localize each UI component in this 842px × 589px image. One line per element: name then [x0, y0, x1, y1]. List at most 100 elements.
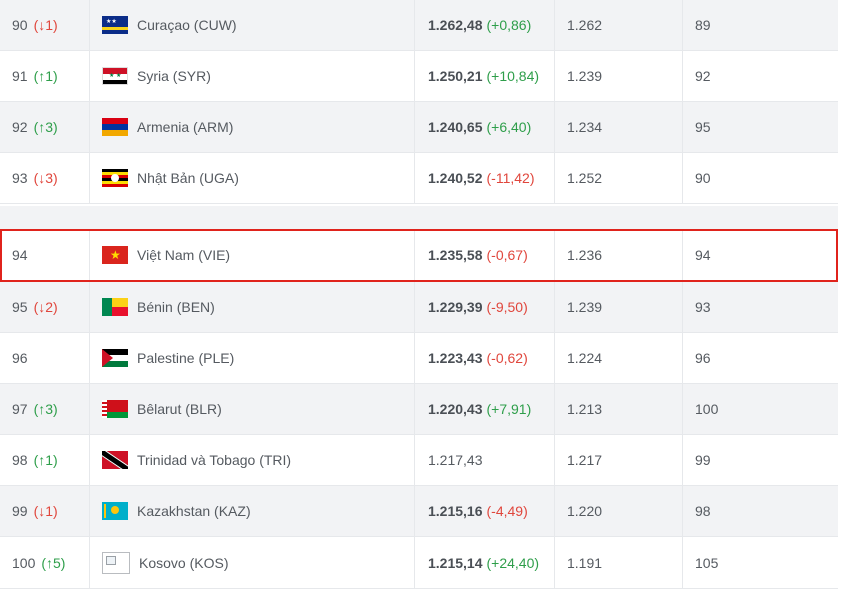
previous-rank: 90 [695, 170, 711, 186]
rank: 93 [12, 170, 28, 186]
points: 1.220,43 [428, 401, 483, 417]
previous-rank: 105 [695, 554, 719, 571]
rank-change: (↑1) [33, 452, 58, 468]
previous-points: 1.239 [567, 299, 603, 315]
table-row[interactable]: 91 (↑1) ★ ★ Syria (SYR) 1.250,21 (+10,84) … [0, 51, 838, 102]
table-row[interactable]: 90 (↓1) ★★ Curaçao (CUW) 1.262,48 (+0,86) … [0, 0, 838, 51]
points: 1.262,48 [428, 17, 483, 33]
team-name[interactable]: Bénin (BEN) [137, 299, 215, 315]
previous-rank: 98 [695, 503, 711, 519]
rank-cell: 91 (↑1) [12, 51, 58, 101]
rank-change: (↑5) [41, 554, 66, 571]
previous-rank: 100 [695, 401, 719, 417]
previous-points: 1.213 [567, 401, 603, 417]
previous-points: 1.252 [567, 170, 603, 186]
rank-change: (↓1) [33, 503, 58, 519]
previous-points: 1.191 [567, 554, 603, 571]
separator-row [0, 206, 838, 229]
table-row[interactable]: 99 (↓1) Kazakhstan (KAZ) 1.215,16 (-4,49) … [0, 486, 838, 537]
team-cell[interactable]: ★★ Curaçao (CUW) [102, 0, 237, 50]
team-name[interactable]: Syria (SYR) [137, 68, 211, 84]
team-cell[interactable]: Trinidad và Tobago (TRI) [102, 435, 291, 485]
points: 1.229,39 [428, 299, 483, 315]
rank-cell: 100 (↑5) [12, 537, 65, 588]
rank-cell: 99 (↓1) [12, 486, 58, 536]
rank-change: (↓1) [33, 17, 58, 33]
points: 1.215,16 [428, 503, 483, 519]
previous-points: 1.234 [567, 119, 603, 135]
points-cell: 1.215,14 (+24,40) [428, 537, 539, 588]
rank: 94 [12, 247, 28, 263]
team-cell[interactable]: ★ ★ Syria (SYR) [102, 51, 211, 101]
rank-cell: 96 [12, 333, 28, 383]
points-change: (+6,40) [486, 119, 532, 135]
team-name[interactable]: Trinidad và Tobago (TRI) [137, 452, 291, 468]
points-change: (+10,84) [486, 68, 540, 84]
points-cell: 1.262,48 (+0,86) [428, 0, 531, 50]
table-row[interactable]: 96 Palestine (PLE) 1.223,43 (-0,62) 1.224… [0, 333, 838, 384]
table-row[interactable]: 97 (↑3) Bêlarut (BLR) 1.220,43 (+7,91) 1.2… [0, 384, 838, 435]
team-name[interactable]: Armenia (ARM) [137, 119, 233, 135]
team-name[interactable]: Kosovo (KOS) [139, 555, 228, 571]
team-name[interactable]: Palestine (PLE) [137, 350, 234, 366]
table-row[interactable]: 100 (↑5) Kosovo (KOS) 1.215,14 (+24,40) 1.… [0, 537, 838, 589]
table-row-highlighted[interactable]: 94 ★ Việt Nam (VIE) 1.235,58 (-0,67) 1.23… [0, 229, 838, 282]
team-name[interactable]: Việt Nam (VIE) [137, 247, 230, 263]
points-cell: 1.235,58 (-0,67) [428, 229, 528, 281]
rank: 91 [12, 68, 28, 84]
rank: 98 [12, 452, 28, 468]
points-change: (-0,67) [486, 247, 528, 263]
previous-rank: 92 [695, 68, 711, 84]
rank-cell: 94 [12, 229, 28, 281]
previous-points: 1.262 [567, 17, 603, 33]
team-cell[interactable]: Bénin (BEN) [102, 282, 215, 332]
points-cell: 1.217,43 [428, 435, 483, 485]
previous-rank: 93 [695, 299, 711, 315]
team-name[interactable]: Bêlarut (BLR) [137, 401, 222, 417]
previous-rank: 95 [695, 119, 711, 135]
previous-rank: 96 [695, 350, 711, 366]
team-cell[interactable]: Kosovo (KOS) [102, 537, 228, 588]
table-row[interactable]: 92 (↑3) Armenia (ARM) 1.240,65 (+6,40) 1.2… [0, 102, 838, 153]
team-cell[interactable]: Armenia (ARM) [102, 102, 233, 152]
rank: 95 [12, 299, 28, 315]
rank-cell: 93 (↓3) [12, 153, 58, 203]
team-cell[interactable]: Bêlarut (BLR) [102, 384, 222, 434]
table-row[interactable]: 93 (↓3) Nhật Bản (UGA) 1.240,52 (-11,42) 1… [0, 153, 838, 204]
rank-change: (↑1) [33, 68, 58, 84]
armenia-flag-icon [102, 118, 128, 136]
points-change: (+7,91) [486, 401, 532, 417]
team-cell[interactable]: Palestine (PLE) [102, 333, 234, 383]
table-row[interactable]: 98 (↑1) Trinidad và Tobago (TRI) 1.217,43… [0, 435, 838, 486]
points-cell: 1.215,16 (-4,49) [428, 486, 528, 536]
points-change: (-11,42) [486, 170, 535, 186]
belarus-flag-icon [102, 400, 128, 418]
team-cell[interactable]: ★ Việt Nam (VIE) [102, 229, 230, 281]
points: 1.240,65 [428, 119, 483, 135]
team-cell[interactable]: Kazakhstan (KAZ) [102, 486, 251, 536]
vietnam-flag-icon: ★ [102, 246, 128, 264]
points: 1.250,21 [428, 68, 483, 84]
team-name[interactable]: Nhật Bản (UGA) [137, 170, 239, 186]
previous-points: 1.220 [567, 503, 603, 519]
benin-flag-icon [102, 298, 128, 316]
rank-cell: 92 (↑3) [12, 102, 58, 152]
points-change: (-4,49) [486, 503, 528, 519]
previous-points: 1.239 [567, 68, 603, 84]
points-change: (+24,40) [486, 554, 540, 571]
points-cell: 1.250,21 (+10,84) [428, 51, 539, 101]
points-cell: 1.240,52 (-11,42) [428, 153, 534, 203]
points: 1.217,43 [428, 452, 483, 468]
rank-change: (↓3) [33, 170, 58, 186]
team-name[interactable]: Curaçao (CUW) [137, 17, 237, 33]
rank-cell: 98 (↑1) [12, 435, 58, 485]
rank-change: (↑3) [33, 119, 58, 135]
points: 1.240,52 [428, 170, 483, 186]
points-cell: 1.229,39 (-9,50) [428, 282, 528, 332]
palestine-flag-icon [102, 349, 128, 367]
team-cell[interactable]: Nhật Bản (UGA) [102, 153, 239, 203]
rank: 90 [12, 17, 28, 33]
rank: 99 [12, 503, 28, 519]
table-row[interactable]: 95 (↓2) Bénin (BEN) 1.229,39 (-9,50) 1.239… [0, 282, 838, 333]
team-name[interactable]: Kazakhstan (KAZ) [137, 503, 251, 519]
